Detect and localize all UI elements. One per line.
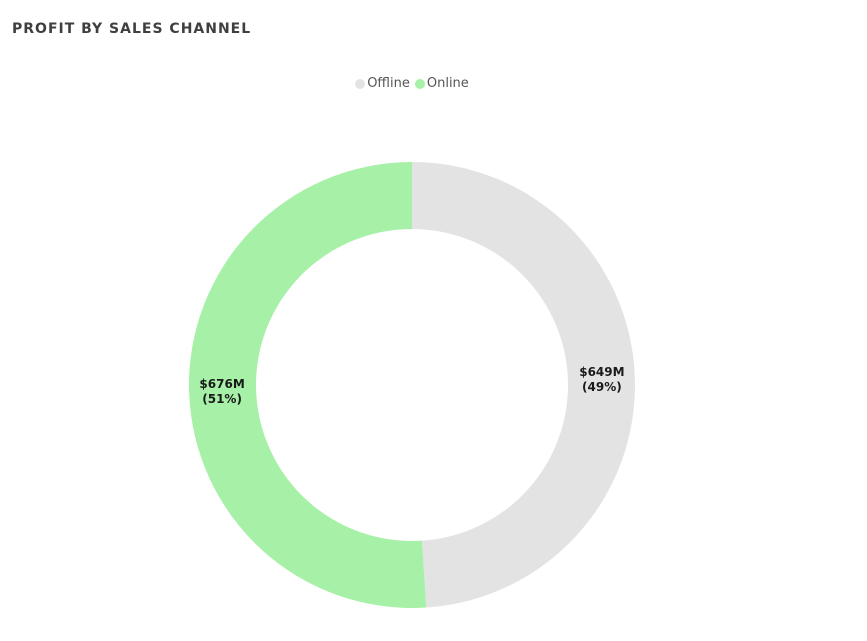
data-label-percent-online: (51%) — [202, 392, 242, 406]
data-label-percent-offline: (49%) — [582, 380, 622, 394]
data-label-value-online: $676M — [199, 377, 244, 391]
donut-chart: $649M (49%) $676M (51%) — [189, 161, 636, 608]
data-label-value-offline: $649M — [579, 365, 624, 379]
data-label-offline: $649M (49%) — [579, 365, 624, 394]
data-label-online: $676M (51%) — [199, 377, 244, 406]
